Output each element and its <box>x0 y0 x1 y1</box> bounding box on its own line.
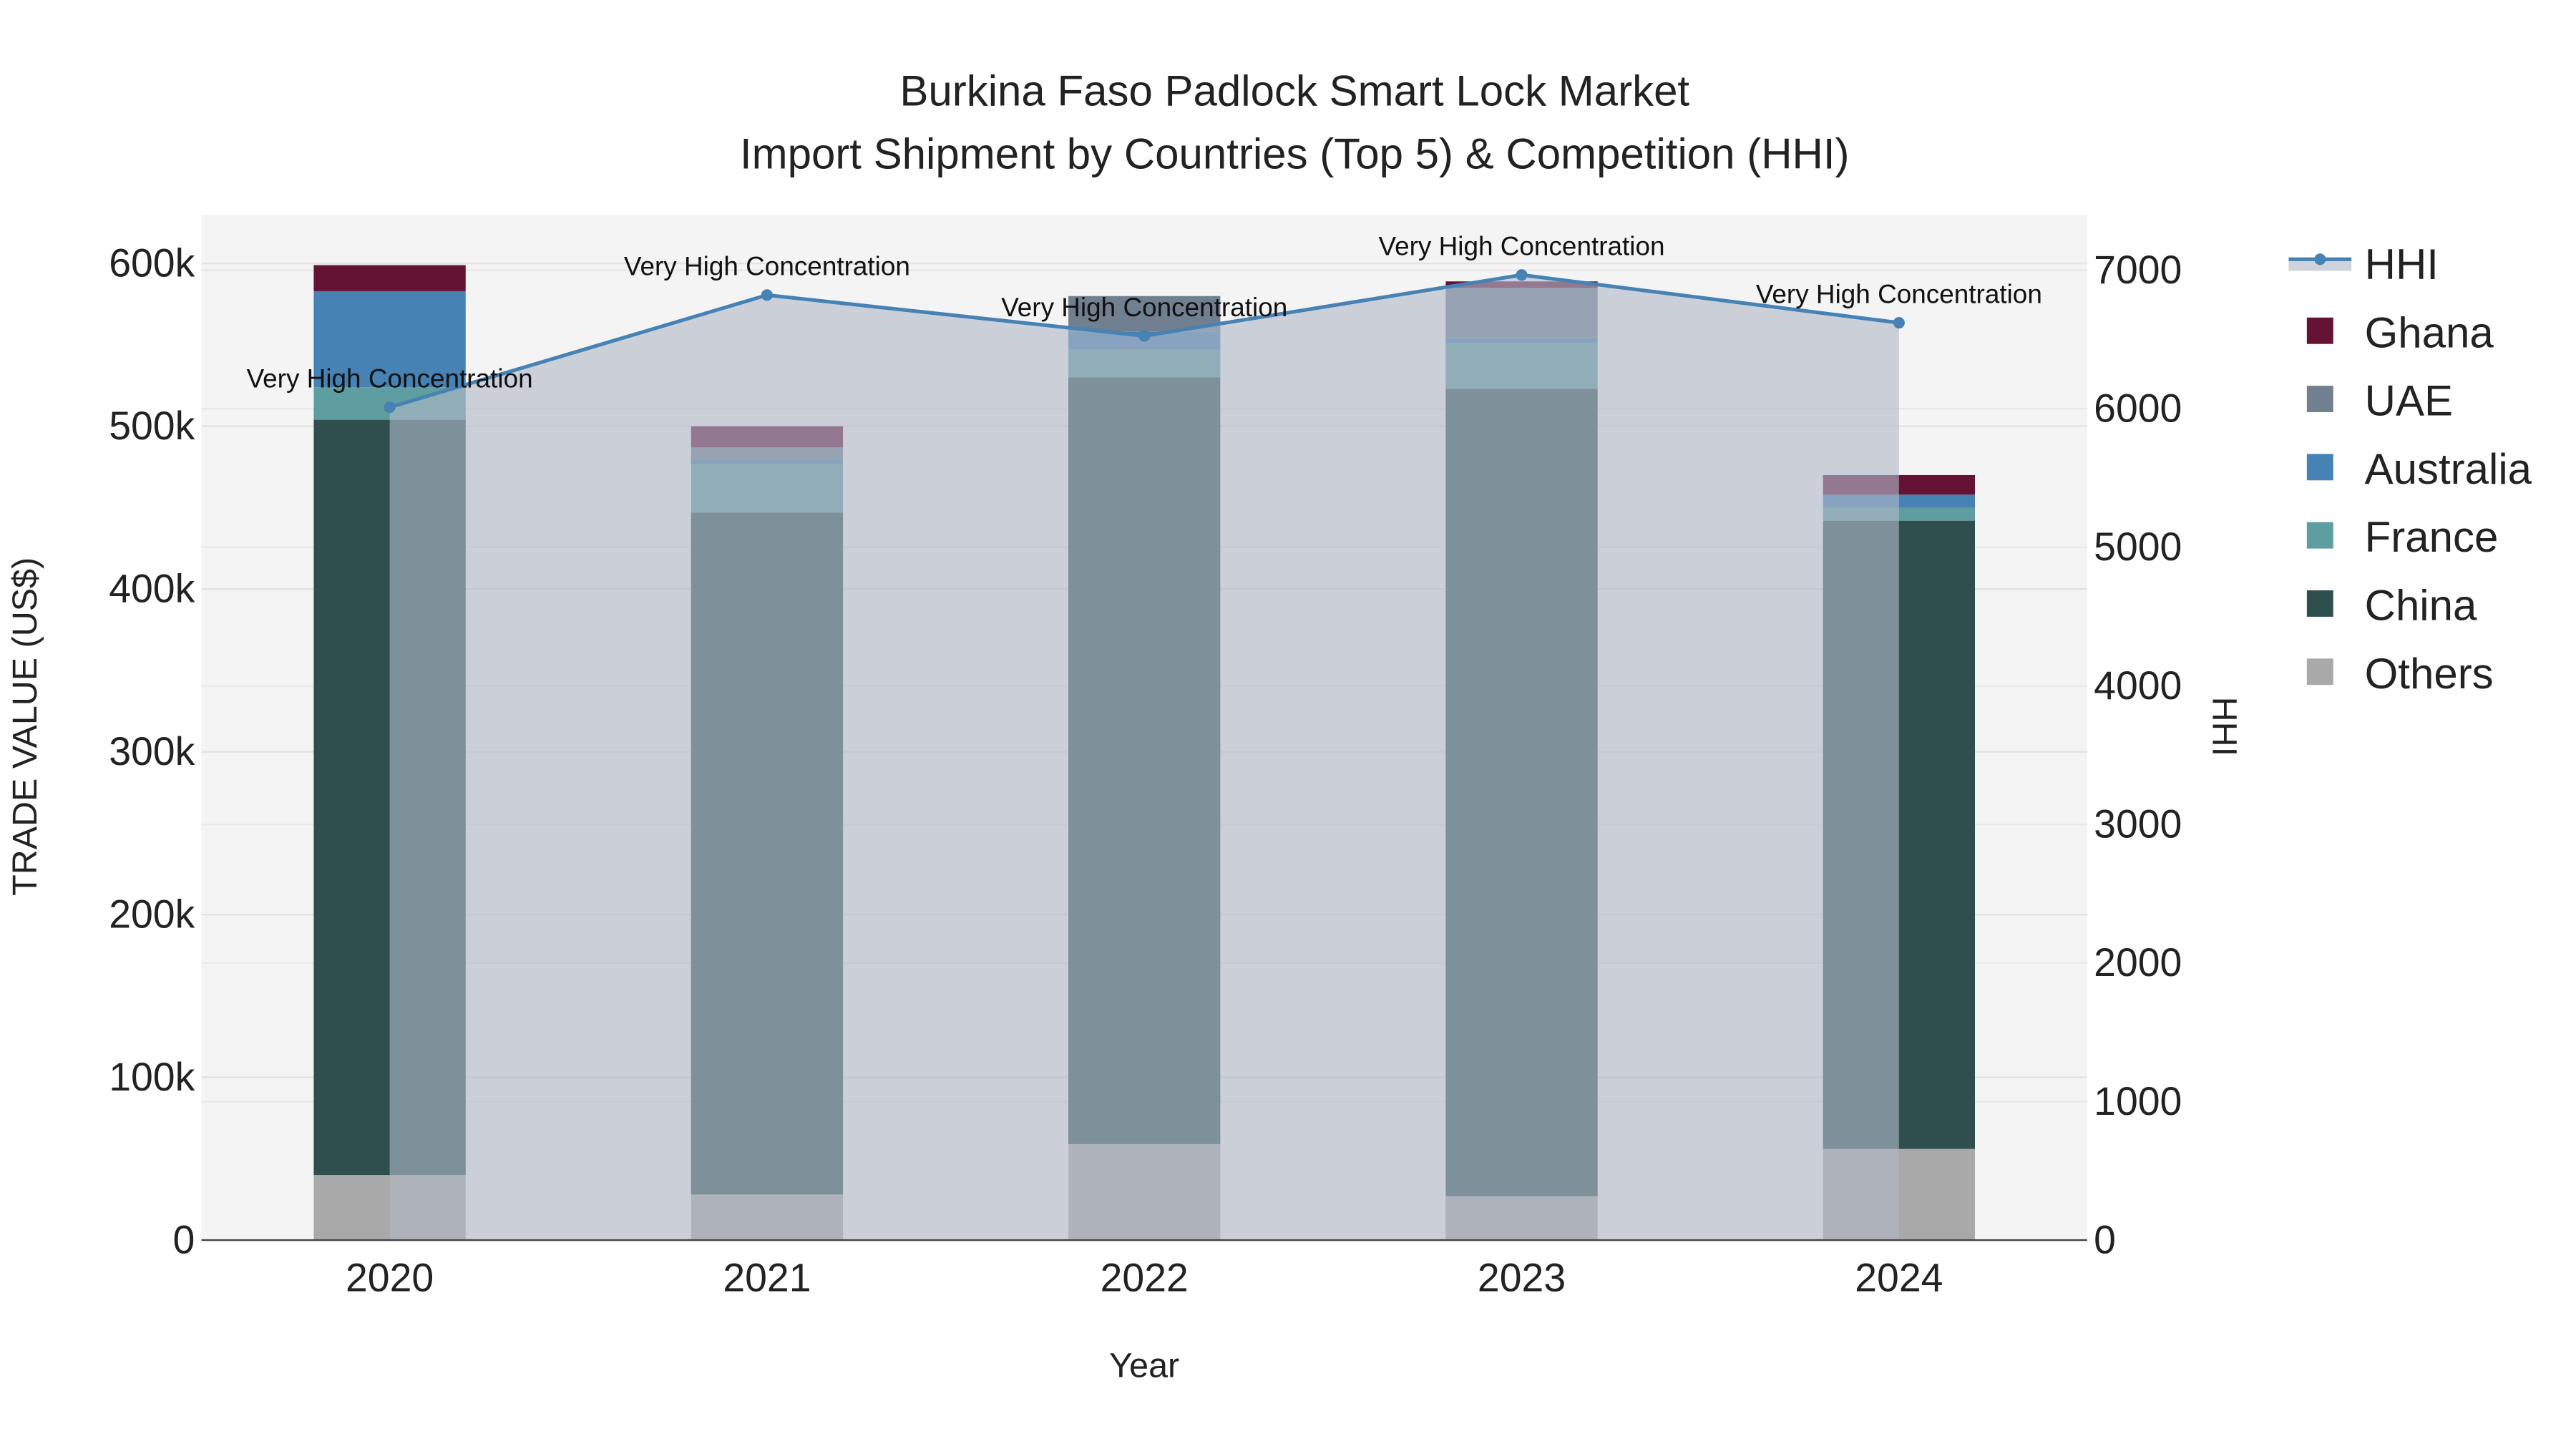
legend-swatch <box>2306 386 2333 412</box>
hhi-point <box>1893 316 1905 329</box>
legend-label: Australia <box>2365 445 2532 493</box>
y-tick-label: 500k <box>109 404 195 448</box>
y2-tick-label: 7000 <box>2094 248 2182 292</box>
hhi-annotation: Very High Concentration <box>1756 279 2042 308</box>
y-tick-label: 300k <box>109 729 195 774</box>
x-tick-label: 2020 <box>346 1256 434 1300</box>
chart-subtitle: Import Shipment by Countries (Top 5) & C… <box>740 130 1850 177</box>
y2-tick-label: 5000 <box>2094 525 2182 569</box>
legend-item-france[interactable]: France <box>2306 513 2499 561</box>
y2-tick-label: 3000 <box>2094 802 2182 847</box>
legend-label: Ghana <box>2365 308 2494 356</box>
y2-tick-label: 2000 <box>2094 940 2182 985</box>
y2-tick-label: 6000 <box>2094 386 2182 431</box>
chart: Very High Concentration Very High Concent… <box>6 67 2532 1385</box>
legend-swatch <box>2306 590 2333 617</box>
legend-item-china[interactable]: China <box>2306 582 2477 630</box>
legend-label: Others <box>2365 650 2494 698</box>
y-tick-label: 200k <box>109 892 195 937</box>
hhi-point <box>761 289 773 301</box>
legend-swatch <box>2306 522 2333 549</box>
y2-tick-label: 0 <box>2094 1218 2116 1262</box>
x-axis: 2020 2021 2022 2023 2024 <box>346 1256 1943 1300</box>
hhi-point <box>384 401 396 414</box>
y-tick-label: 400k <box>109 567 195 611</box>
x-axis-title: Year <box>1109 1347 1179 1385</box>
legend-item-others[interactable]: Others <box>2306 650 2494 698</box>
legend-marker <box>2314 253 2326 265</box>
legend-label: France <box>2365 513 2499 561</box>
y2-tick-label: 4000 <box>2094 663 2182 708</box>
chart-title: Burkina Faso Padlock Smart Lock Market <box>899 67 1689 115</box>
y2-axis-title: HHI <box>2205 697 2243 756</box>
y-axis-title: TRADE VALUE (US$) <box>6 557 44 896</box>
hhi-annotation: Very High Concentration <box>1001 293 1287 322</box>
x-tick-label: 2023 <box>1478 1256 1566 1300</box>
x-tick-label: 2024 <box>1855 1256 1943 1300</box>
y2-axis: 0 1000 2000 3000 4000 5000 6000 7000 <box>2094 248 2182 1262</box>
legend-swatch <box>2306 454 2333 481</box>
x-tick-label: 2022 <box>1101 1256 1189 1300</box>
legend: HHI Ghana UAE Australia France China Others <box>2288 240 2532 698</box>
y-axis: 0 100k 200k 300k 400k 500k 600k <box>109 241 195 1262</box>
legend-item-hhi[interactable]: HHI <box>2288 240 2439 288</box>
y-tick-label: 100k <box>109 1055 195 1099</box>
legend-item-uae[interactable]: UAE <box>2306 377 2453 425</box>
x-tick-label: 2021 <box>723 1256 811 1300</box>
legend-item-australia[interactable]: Australia <box>2306 445 2532 493</box>
y2-tick-label: 1000 <box>2094 1079 2182 1123</box>
legend-label: UAE <box>2365 377 2453 425</box>
hhi-annotation: Very High Concentration <box>624 252 910 281</box>
y-tick-label: 0 <box>172 1218 195 1262</box>
y-tick-label: 600k <box>109 241 195 286</box>
hhi-area <box>389 275 1899 1241</box>
legend-swatch <box>2306 317 2333 344</box>
hhi-point <box>1138 330 1151 342</box>
legend-label: China <box>2365 582 2477 630</box>
legend-swatch <box>2306 658 2333 686</box>
hhi-series: Very High Concentration Very High Concent… <box>247 232 2042 1241</box>
hhi-annotation: Very High Concentration <box>247 364 533 393</box>
hhi-annotation: Very High Concentration <box>1379 232 1665 261</box>
legend-label: HHI <box>2365 240 2439 288</box>
hhi-point <box>1516 269 1528 281</box>
legend-item-ghana[interactable]: Ghana <box>2306 308 2494 356</box>
bar-ghana-2020 <box>313 265 466 291</box>
